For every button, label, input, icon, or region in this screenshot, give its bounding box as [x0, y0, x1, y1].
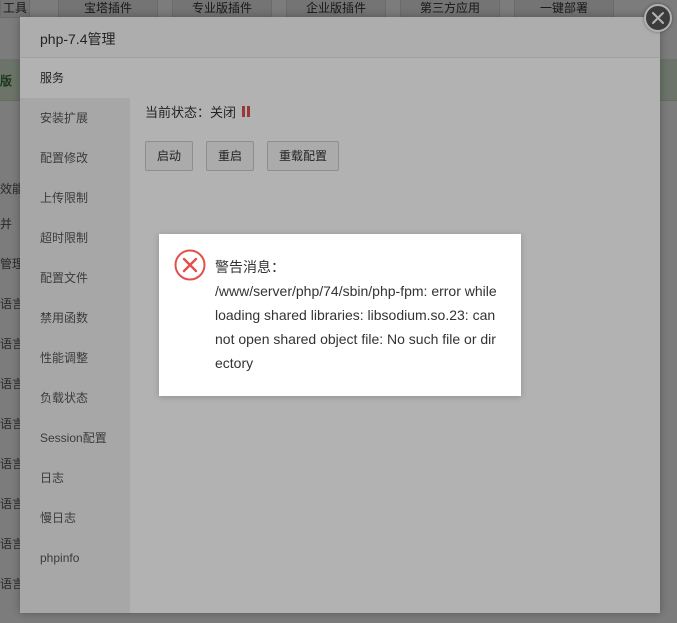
- alert-title: 警告消息：: [215, 259, 285, 275]
- error-x-circle-icon: [174, 249, 206, 284]
- alert-text: 警告消息： /www/server/php/74/sbin/php-fpm: e…: [215, 255, 500, 375]
- alert-message-box: 警告消息： /www/server/php/74/sbin/php-fpm: e…: [159, 234, 521, 396]
- alert-message: /www/server/php/74/sbin/php-fpm: error w…: [215, 283, 497, 371]
